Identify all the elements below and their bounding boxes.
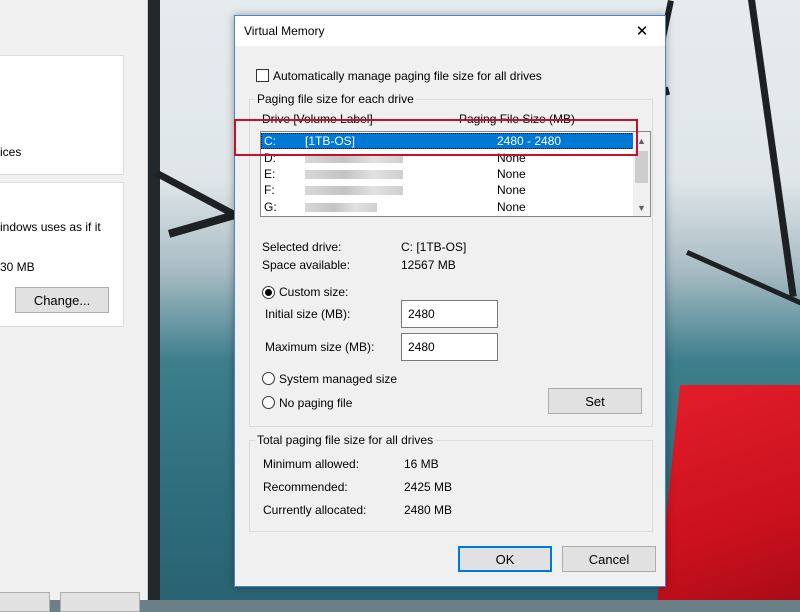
background-window: ices indows uses as if it 30 MB Change..… bbox=[0, 0, 148, 612]
drive-letter: E: bbox=[264, 167, 276, 181]
selected-drive-value: C: [1TB-OS] bbox=[401, 240, 467, 254]
paging-size: None bbox=[497, 167, 526, 181]
currently-allocated-label: Currently allocated: bbox=[263, 503, 367, 517]
custom-size-radio[interactable] bbox=[262, 286, 275, 299]
change-button[interactable]: Change... bbox=[15, 287, 109, 313]
initial-size-input[interactable] bbox=[401, 300, 498, 328]
set-button[interactable]: Set bbox=[548, 388, 642, 414]
system-managed-label[interactable]: System managed size bbox=[279, 372, 397, 386]
max-size-label: Maximum size (MB): bbox=[265, 340, 375, 354]
wallpaper-strut bbox=[148, 0, 160, 600]
background-button[interactable] bbox=[60, 592, 140, 612]
virtual-memory-dialog: Virtual Memory ✕ Automatically manage pa… bbox=[234, 15, 666, 587]
scroll-down-icon[interactable]: ▼ bbox=[633, 199, 650, 216]
recommended-value: 2425 MB bbox=[404, 480, 453, 494]
initial-size-label: Initial size (MB): bbox=[265, 307, 351, 321]
drive-letter: F: bbox=[264, 183, 275, 197]
cancel-button[interactable]: Cancel bbox=[562, 546, 656, 572]
paging-size: None bbox=[497, 183, 526, 197]
background-text: 30 MB bbox=[0, 260, 35, 274]
background-button[interactable] bbox=[0, 592, 50, 612]
background-text: indows uses as if it bbox=[0, 220, 101, 234]
redacted-volume-label bbox=[305, 186, 403, 195]
ok-button[interactable]: OK bbox=[458, 546, 552, 572]
list-item[interactable]: E: None bbox=[261, 166, 634, 182]
list-item[interactable]: F: None bbox=[261, 182, 634, 198]
dialog-title: Virtual Memory bbox=[244, 24, 325, 38]
auto-manage-label[interactable]: Automatically manage paging file size fo… bbox=[273, 69, 542, 83]
currently-allocated-value: 2480 MB bbox=[404, 503, 453, 517]
list-item[interactable]: G: None bbox=[261, 199, 634, 215]
auto-manage-checkbox[interactable] bbox=[256, 69, 269, 82]
space-available-label: Space available: bbox=[262, 258, 351, 272]
space-available-value: 12567 MB bbox=[401, 258, 456, 272]
paging-size: None bbox=[497, 200, 526, 214]
minimum-allowed-label: Minimum allowed: bbox=[263, 457, 360, 471]
recommended-label: Recommended: bbox=[263, 480, 348, 494]
drive-letter: G: bbox=[264, 200, 277, 214]
wallpaper-strut bbox=[685, 250, 800, 312]
dialog-titlebar: Virtual Memory ✕ bbox=[235, 16, 665, 46]
no-paging-radio[interactable] bbox=[262, 396, 275, 409]
background-text: ices bbox=[0, 145, 22, 159]
max-size-input[interactable] bbox=[401, 333, 498, 361]
paging-group-legend: Paging file size for each drive bbox=[255, 92, 416, 106]
minimum-allowed-value: 16 MB bbox=[404, 457, 439, 471]
redacted-volume-label bbox=[305, 170, 403, 179]
no-paging-label[interactable]: No paging file bbox=[279, 396, 352, 410]
selected-drive-label: Selected drive: bbox=[262, 240, 342, 254]
custom-size-label[interactable]: Custom size: bbox=[279, 285, 348, 299]
wallpaper-strut bbox=[748, 0, 797, 298]
redacted-volume-label bbox=[305, 203, 377, 212]
wallpaper-red-wing bbox=[655, 385, 800, 600]
close-icon[interactable]: ✕ bbox=[619, 16, 665, 46]
highlight-annotation bbox=[234, 119, 638, 156]
system-managed-radio[interactable] bbox=[262, 372, 275, 385]
total-group-legend: Total paging file size for all drives bbox=[255, 433, 436, 447]
